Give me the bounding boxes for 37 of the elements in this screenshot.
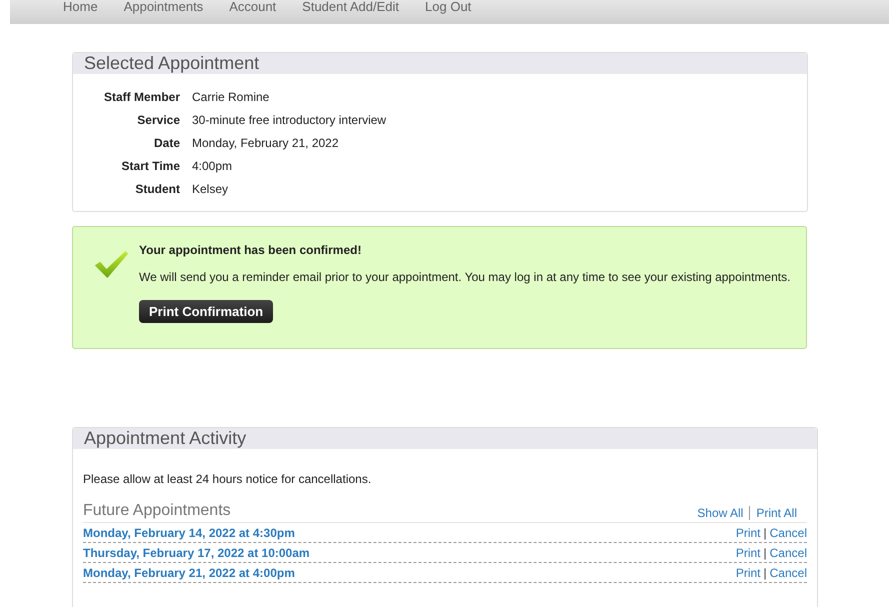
nav-link[interactable]: Log Out bbox=[412, 0, 484, 14]
panel-title: Selected Appointment bbox=[84, 53, 260, 73]
field-value: 30-minute free introductory interview bbox=[192, 113, 388, 127]
confirmation-message: We will send you a reminder email prior to your appointment. You may log in at any time to see your existing appointments. bbox=[139, 270, 790, 284]
nav-link[interactable]: Student Add/Edit bbox=[289, 0, 412, 14]
cancel-link[interactable]: Cancel bbox=[770, 566, 807, 580]
field-label: Student bbox=[134, 182, 180, 196]
field-value: 4:00pm bbox=[192, 159, 234, 173]
field-label: Start Time bbox=[120, 159, 180, 173]
checkmark-icon bbox=[93, 249, 129, 280]
panel-title: Appointment Activity bbox=[84, 428, 246, 448]
appointment-link[interactable]: Thursday, February 17, 2022 at 10:00am bbox=[83, 547, 310, 559]
nav-link[interactable]: Home bbox=[50, 0, 111, 14]
field-value: Carrie Romine bbox=[192, 90, 270, 104]
nav-link[interactable]: Account bbox=[216, 0, 290, 14]
link[interactable]: Show All bbox=[697, 506, 744, 520]
separator: | bbox=[764, 546, 767, 560]
cancel-link[interactable]: Cancel bbox=[770, 526, 807, 540]
field-value: Monday, February 21, 2022 bbox=[192, 136, 340, 150]
separator: | bbox=[764, 566, 767, 580]
link[interactable]: Print All bbox=[749, 506, 797, 520]
field-value: Kelsey bbox=[192, 182, 230, 196]
separator: | bbox=[764, 526, 767, 540]
nav-link[interactable]: Appointments bbox=[110, 0, 216, 14]
cancel-link[interactable]: Cancel bbox=[770, 546, 807, 560]
print-confirmation-button[interactable]: Print Confirmation bbox=[139, 300, 274, 323]
field-label: Staff Member bbox=[102, 90, 180, 104]
cancellation-notice: Please allow at least 24 hours notice for cancellations. bbox=[83, 472, 372, 486]
print-link[interactable]: Print bbox=[736, 546, 761, 560]
section-title: Future Appointments bbox=[83, 502, 231, 520]
appointment-link[interactable]: Monday, February 14, 2022 at 4:30pm bbox=[83, 527, 295, 539]
print-link[interactable]: Print bbox=[736, 526, 761, 540]
field-label: Service bbox=[136, 113, 180, 127]
appointment-link[interactable]: Monday, February 21, 2022 at 4:00pm bbox=[83, 567, 295, 579]
field-label: Date bbox=[152, 136, 180, 150]
confirmation-heading: Your appointment has been confirmed! bbox=[139, 243, 362, 257]
print-link[interactable]: Print bbox=[736, 566, 761, 580]
